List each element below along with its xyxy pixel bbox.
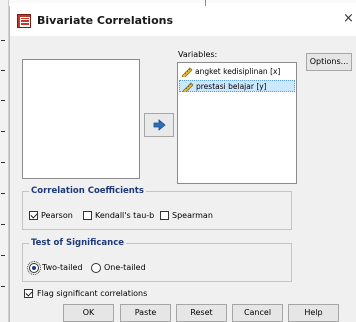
title-bar[interactable]: Bivariate Correlations × xyxy=(10,6,356,36)
kendall-checkbox[interactable] xyxy=(83,211,92,220)
variable-item-prestasi-belajar[interactable]: prestasi belajar [y] xyxy=(179,80,295,92)
dialog-title: Bivariate Correlations xyxy=(37,14,174,27)
variable-item-label: prestasi belajar [y] xyxy=(196,82,267,91)
close-icon[interactable]: × xyxy=(343,12,354,26)
scale-ruler-icon xyxy=(181,67,193,77)
flag-significant-label[interactable]: Flag significant correlations xyxy=(37,289,147,298)
source-variable-list[interactable] xyxy=(22,59,140,179)
edge-tick xyxy=(1,40,5,41)
background-window-top xyxy=(9,0,356,3)
background-window-edge xyxy=(0,0,9,322)
cancel-button[interactable]: Cancel xyxy=(232,304,283,322)
test-of-significance-title: Test of Significance xyxy=(29,238,127,248)
one-tailed-radio[interactable] xyxy=(91,263,101,273)
two-tailed-radio[interactable] xyxy=(27,261,41,275)
edge-tick xyxy=(1,286,5,287)
ok-button[interactable]: OK xyxy=(63,304,114,322)
edge-tick xyxy=(1,255,5,256)
spss-app-icon xyxy=(17,14,31,28)
edge-tick xyxy=(1,224,5,225)
variables-label: Variables: xyxy=(178,50,218,59)
variable-item-label: angket kedisiplinan [x] xyxy=(195,67,281,76)
pearson-label[interactable]: Pearson xyxy=(41,211,73,220)
test-of-significance-group: Test of Significance Two-tailed One-tail… xyxy=(22,238,292,282)
kendall-label[interactable]: Kendall's tau-b xyxy=(95,211,154,220)
move-variable-button[interactable] xyxy=(144,113,174,137)
edge-tick xyxy=(1,193,5,194)
scale-ruler-icon xyxy=(182,82,194,92)
options-button[interactable]: Options... xyxy=(306,53,352,71)
two-tailed-label[interactable]: Two-tailed xyxy=(42,263,83,272)
spearman-checkbox[interactable] xyxy=(160,211,169,220)
paste-button[interactable]: Paste xyxy=(120,304,171,322)
spearman-label[interactable]: Spearman xyxy=(172,211,213,220)
variable-item-angket-kedisiplinan[interactable]: angket kedisiplinan [x] xyxy=(179,66,295,78)
pearson-checkbox[interactable] xyxy=(29,211,38,220)
edge-tick xyxy=(1,131,5,132)
move-right-arrow-icon xyxy=(153,119,166,131)
one-tailed-label[interactable]: One-tailed xyxy=(104,263,146,272)
edge-tick xyxy=(1,162,5,163)
correlation-coefficients-title: Correlation Coefficients xyxy=(29,186,146,196)
correlation-coefficients-group: Correlation Coefficients Pearson Kendall… xyxy=(22,186,292,230)
help-button[interactable]: Help xyxy=(288,304,339,322)
reset-button[interactable]: Reset xyxy=(176,304,227,322)
flag-significant-checkbox[interactable] xyxy=(24,289,33,298)
edge-tick xyxy=(1,100,5,101)
edge-tick xyxy=(1,70,5,71)
bivariate-correlations-dialog: Bivariate Correlations × Variables: angk… xyxy=(9,6,356,322)
variables-list[interactable]: angket kedisiplinan [x] prestasi belajar… xyxy=(177,62,297,184)
